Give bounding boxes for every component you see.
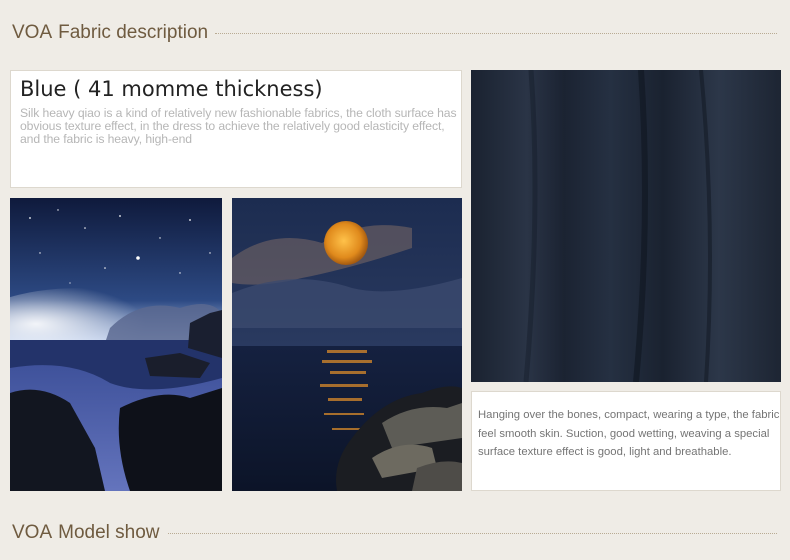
fabric-feel-text: Hanging over the bones, compact, wearing… [478,409,780,458]
starry-coast-photo [10,198,222,491]
fabric-color-title: Blue ( 41 momme thickness) [20,77,323,101]
fabric-note-card: Hanging over the bones, compact, wearing… [471,391,781,491]
heading-divider [168,533,777,534]
brand-label: VOA [12,522,53,543]
fabric-summary-text: Silk heavy qiao is a kind of relatively … [20,106,457,146]
moon-sea-photo [232,198,462,491]
fabric-info-card: Blue ( 41 momme thickness) Silk heavy qi… [10,70,462,188]
brand-label: VOA [12,22,53,43]
section-title: Model show [58,522,160,543]
model-section-heading: VOA Model show [12,522,160,544]
heading-divider [215,33,777,34]
fabric-section-heading: VOA Fabric description [12,22,208,44]
section-title: Fabric description [58,22,209,43]
fabric-swatch-photo [471,70,781,382]
